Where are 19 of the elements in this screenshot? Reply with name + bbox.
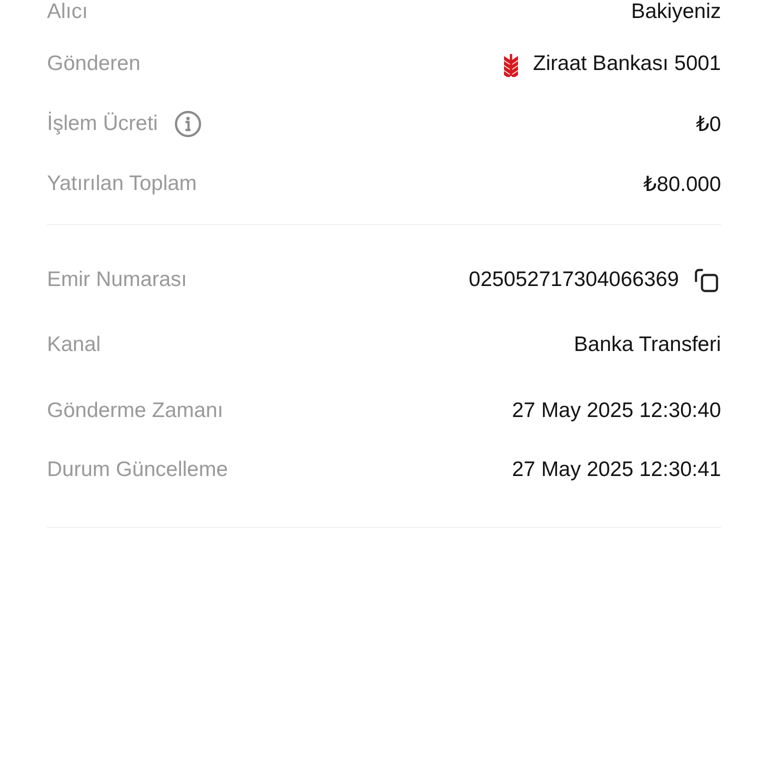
row-label: Kanal xyxy=(47,333,101,357)
row-label: İşlem Ücreti xyxy=(47,112,158,136)
row-label: Alıcı xyxy=(47,0,88,24)
row-label: Gönderen xyxy=(47,52,140,76)
row-value: 27 May 2025 12:30:41 xyxy=(512,458,721,482)
copy-icon[interactable] xyxy=(693,266,721,294)
row-label: Yatırılan Toplam xyxy=(47,172,197,196)
row-value: 025052717304066369 xyxy=(468,268,679,292)
row-value: 27 May 2025 12:30:40 xyxy=(512,399,721,423)
row-value: ₺80.000 xyxy=(643,172,721,196)
row-value: ₺0 xyxy=(696,112,721,136)
row-label: Emir Numarası xyxy=(47,268,188,292)
row-value: Banka Transferi xyxy=(574,333,721,357)
wheat-logo-icon xyxy=(503,51,520,77)
row-label: Durum Güncelleme xyxy=(47,458,228,482)
row-value: Ziraat Bankası 5001 xyxy=(533,52,721,76)
info-icon[interactable] xyxy=(174,110,202,138)
row-value: Bakiyeniz xyxy=(631,0,721,24)
row-label: Gönderme Zamanı xyxy=(47,399,224,423)
